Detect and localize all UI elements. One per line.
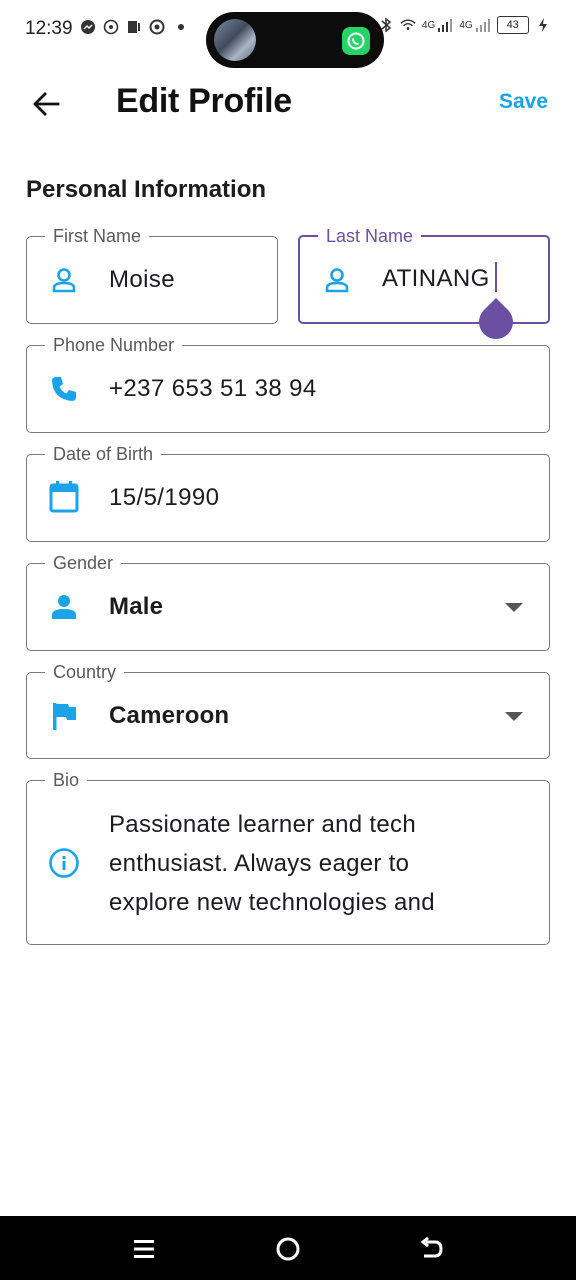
bluetooth-icon [378,17,394,33]
return-icon [420,1236,443,1258]
last-name-value: ATINANG [382,265,490,292]
chevron-down-icon [505,712,523,721]
dob-label: Date of Birth [45,443,162,465]
country-label: Country [45,661,125,683]
recent-apps-button[interactable] [129,1234,159,1264]
home-button[interactable] [273,1234,303,1264]
system-icons: 4G 4G 43 [378,16,551,34]
network-label-1: 4G [422,19,436,31]
last-name-label: Last Name [318,225,422,247]
dob-value: 15/5/1990 [109,484,220,511]
person-outline-icon [47,263,81,297]
whatsapp-icon [342,27,370,55]
phone-icon [47,372,81,406]
phone-label: Phone Number [45,334,183,356]
whatsapp-small-icon [103,19,119,35]
back-button[interactable] [26,84,66,124]
more-notifications-dot [178,24,184,30]
country-dropdown[interactable]: Country Cameroon [26,661,550,759]
home-circle-icon [276,1237,300,1261]
first-name-label: First Name [45,225,150,247]
gender-dropdown[interactable]: Gender Male [26,552,550,651]
person-outline-icon [320,263,354,297]
app-bar: Edit Profile Save [0,70,576,134]
signal-icon-1 [437,17,453,33]
phone-field[interactable]: Phone Number +237 653 51 38 94 [26,334,550,433]
app-icon [126,19,142,35]
flag-icon [47,699,81,733]
bio-label: Bio [45,769,88,791]
first-name-value: Moise [109,266,176,293]
page-title: Edit Profile [116,82,292,120]
signal-icon-2 [475,17,491,33]
messenger-icon [80,19,96,35]
section-title: Personal Information [26,176,267,203]
back-nav-button[interactable] [417,1234,447,1264]
bio-field[interactable]: Bio Passionate learner and tech enthusia… [26,769,550,945]
person-icon [47,590,81,624]
gender-label: Gender [45,552,122,574]
notification-icons [80,19,184,35]
dob-field[interactable]: Date of Birth 15/5/1990 [26,443,550,542]
chrome-icon [149,19,165,35]
country-value: Cameroon [109,702,230,729]
info-icon [47,846,81,880]
battery-indicator: 43 [496,16,529,34]
menu-icon [134,1240,154,1258]
last-name-field[interactable]: Last Name ATINANG [298,225,550,324]
phone-value: +237 653 51 38 94 [109,375,317,402]
network-label-2: 4G [459,19,473,31]
status-bar: 12:39 4G 4G 43 [0,0,576,68]
arrow-back-icon [33,92,60,116]
system-nav-bar [0,1216,576,1280]
avatar [214,19,256,61]
chevron-down-icon [505,603,523,612]
calendar-icon [47,480,81,514]
gender-value: Male [109,593,164,620]
dynamic-island [206,12,384,68]
save-button[interactable]: Save [499,90,548,114]
text-cursor [495,262,497,292]
charging-icon [535,17,551,33]
wifi-icon [400,17,416,33]
bio-value: Passionate learner and tech enthusiast. … [109,811,435,916]
first-name-field[interactable]: First Name Moise [26,225,278,324]
status-time: 12:39 [25,18,73,39]
